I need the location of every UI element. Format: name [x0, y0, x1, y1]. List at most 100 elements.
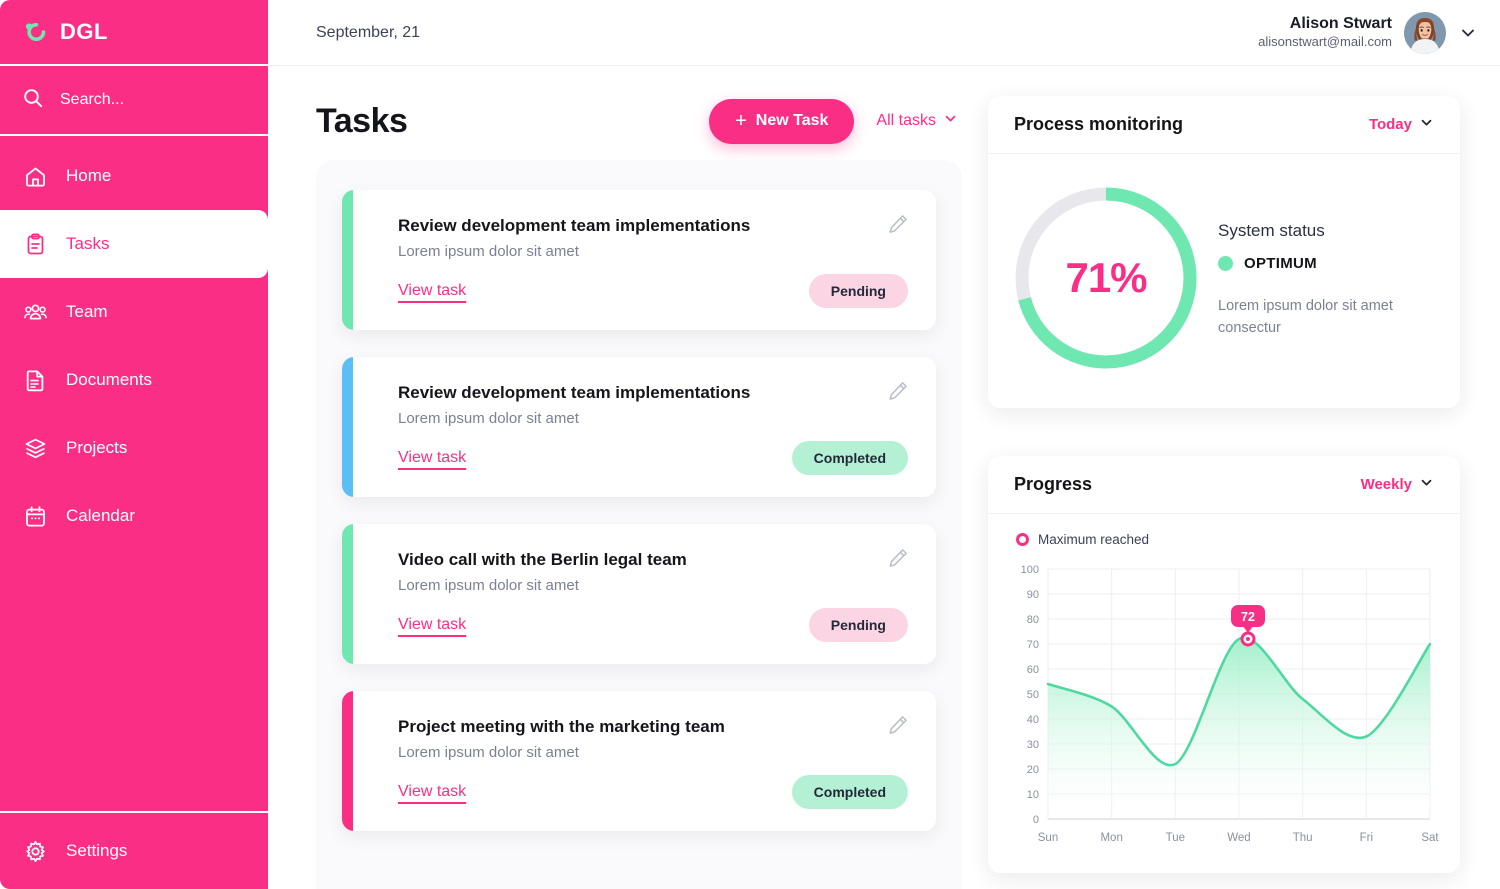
sidebar-item-home[interactable]: Home [0, 142, 268, 210]
task-footer: View task Completed [398, 441, 908, 475]
edit-icon[interactable] [886, 546, 910, 570]
progress-line-chart: 0 10 20 30 40 50 60 70 80 90 100 Sun Mon Tue Wed Thu Fri… [1006, 559, 1442, 859]
task-card[interactable]: Review development team implementations … [342, 357, 936, 497]
svg-text:Thu: Thu [1293, 832, 1313, 844]
svg-text:10: 10 [1027, 789, 1039, 801]
svg-text:40: 40 [1027, 714, 1039, 726]
avatar[interactable] [1404, 11, 1446, 54]
sidebar-item-documents[interactable]: Documents [0, 346, 268, 414]
new-task-button[interactable]: + New Task [709, 98, 855, 144]
chevron-down-icon [1419, 475, 1434, 494]
sidebar-item-team[interactable]: Team [0, 278, 268, 346]
svg-text:Sat: Sat [1421, 832, 1439, 844]
monitoring-body: 71% System status OPTIMUM Lorem ipsum do… [988, 154, 1460, 408]
weekly-filter-label: Weekly [1360, 476, 1412, 493]
edit-icon[interactable] [886, 379, 910, 403]
legend-marker-icon [1016, 533, 1029, 546]
card-title: Process monitoring [1014, 114, 1184, 134]
svg-text:60: 60 [1027, 664, 1039, 676]
content-area: Tasks + New Task All tasks Review develo… [268, 66, 1500, 889]
process-monitoring-card: Process monitoring Today 71% System stat… [988, 96, 1460, 408]
all-tasks-filter[interactable]: All tasks [876, 111, 962, 131]
svg-text:Mon: Mon [1100, 832, 1122, 844]
task-footer: View task Pending [398, 608, 908, 642]
view-task-link[interactable]: View task [398, 783, 466, 801]
status-badge: Completed [791, 441, 908, 475]
view-task-link[interactable]: View task [398, 282, 466, 300]
svg-text:72: 72 [1241, 610, 1255, 624]
task-subtitle: Lorem ipsum dolor sit amet [398, 410, 579, 427]
sidebar-item-label: Home [66, 166, 112, 185]
task-accent-bar [342, 524, 353, 664]
logo[interactable]: DGL [0, 0, 268, 66]
user-meta: Alison Stwart alisonstwart@mail.com [1258, 14, 1392, 50]
svg-text:Tue: Tue [1166, 832, 1185, 844]
sidebar-item-label: Documents [66, 370, 152, 389]
search-input[interactable] [60, 91, 240, 109]
sidebar-item-calendar[interactable]: Calendar [0, 482, 268, 550]
user-email: alisonstwart@mail.com [1258, 34, 1392, 50]
view-task-link[interactable]: View task [398, 616, 466, 634]
svg-text:Sun: Sun [1038, 832, 1058, 844]
task-accent-bar [342, 190, 353, 330]
people-icon [22, 299, 48, 325]
edit-icon[interactable] [886, 212, 910, 236]
card-header: Process monitoring Today [988, 96, 1460, 154]
svg-text:20: 20 [1027, 764, 1039, 776]
sidebar-item-label: Calendar [66, 506, 135, 525]
sidebar-item-tasks[interactable]: Tasks [0, 210, 268, 278]
sidebar-item-settings[interactable]: Settings [0, 811, 268, 889]
sidebar-item-label: Projects [66, 438, 128, 457]
search-icon [22, 87, 44, 114]
weekly-filter[interactable]: Weekly [1361, 475, 1434, 494]
chevron-down-icon[interactable] [1458, 23, 1478, 43]
dgl-logo-icon [22, 19, 48, 45]
main-area: September, 21 Alison Stwart alisonstwart… [268, 0, 1500, 889]
app-window: DGL Home [0, 0, 1500, 889]
donut-percent-label: 71% [1065, 254, 1147, 301]
task-card[interactable]: Review development team implementations … [342, 190, 936, 330]
system-status-heading: System status [1218, 221, 1325, 241]
layers-icon [22, 435, 48, 461]
document-icon [22, 367, 48, 393]
svg-text:90: 90 [1027, 589, 1039, 601]
svg-text:100: 100 [1021, 564, 1039, 576]
sidebar-nav: Home Tasks Team Documents Projects Calen… [0, 136, 268, 811]
user-name: Alison Stwart [1289, 15, 1392, 33]
task-card[interactable]: Project meeting with the marketing team … [342, 691, 936, 831]
chevron-down-icon [943, 111, 958, 131]
page-title: Tasks [316, 101, 408, 140]
edit-icon[interactable] [886, 713, 910, 737]
search-box[interactable] [0, 66, 268, 136]
status-dot-icon [1218, 256, 1233, 272]
view-task-link[interactable]: View task [398, 449, 466, 467]
user-menu[interactable]: Alison Stwart alisonstwart@mail.com [1258, 11, 1478, 54]
status-badge: Pending [808, 608, 908, 642]
svg-text:50: 50 [1027, 689, 1039, 701]
task-title: Review development team implementations [398, 383, 751, 402]
new-task-label: New Task [755, 112, 829, 129]
date-label: September, 21 [316, 23, 421, 41]
topbar: September, 21 Alison Stwart alisonstwart… [268, 0, 1500, 66]
tasks-header: Tasks + New Task All tasks [316, 92, 962, 150]
task-subtitle: Lorem ipsum dolor sit amet [398, 243, 579, 260]
legend-label: Maximum reached [1038, 532, 1150, 547]
card-header: Progress Weekly [988, 456, 1460, 514]
task-accent-bar [342, 357, 353, 497]
today-filter[interactable]: Today [1369, 115, 1434, 134]
system-status-row: OPTIMUM [1218, 255, 1393, 272]
home-icon [22, 163, 48, 189]
svg-text:30: 30 [1027, 739, 1039, 751]
system-status-value: OPTIMUM [1244, 255, 1317, 273]
progress-body: Maximum reached 0 10 20 30 40 50 60 70 80 90 100 Su… [988, 514, 1460, 873]
sidebar-item-projects[interactable]: Projects [0, 414, 268, 482]
tasks-section: Tasks + New Task All tasks Review develo… [316, 92, 962, 889]
system-status-block: System status OPTIMUM Lorem ipsum dolor … [1218, 217, 1393, 338]
today-filter-label: Today [1368, 116, 1412, 133]
logo-text: DGL [60, 19, 108, 44]
progress-card: Progress Weekly Maximum reached 0 10 20 … [988, 456, 1460, 873]
task-card[interactable]: Video call with the Berlin legal team Lo… [342, 524, 936, 664]
svg-text:80: 80 [1027, 614, 1039, 626]
svg-text:70: 70 [1027, 639, 1039, 651]
card-title: Progress [1014, 474, 1093, 494]
